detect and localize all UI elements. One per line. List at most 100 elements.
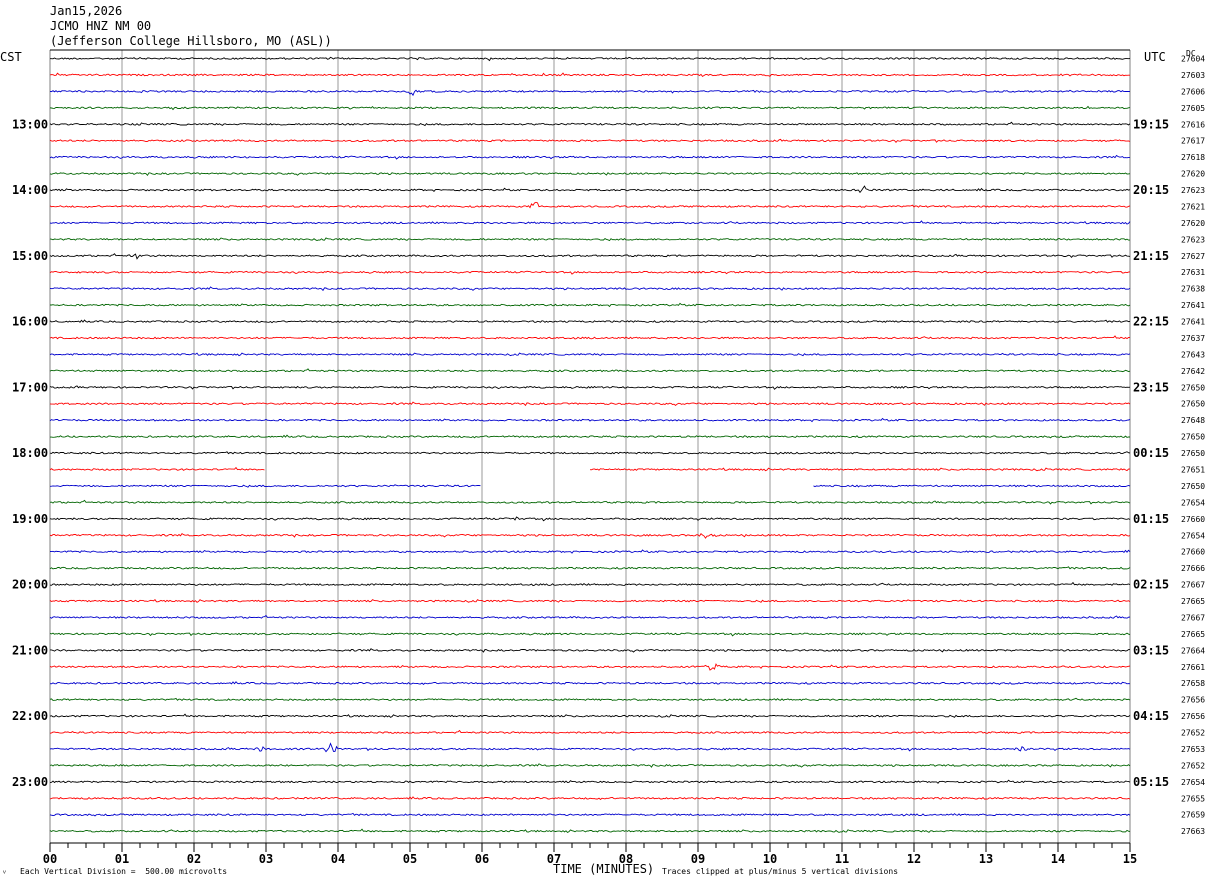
right-hour-label: 02:15 <box>1133 578 1169 592</box>
x-tick-label-15: 15 <box>1123 852 1137 866</box>
dc-offset-label: 27641 <box>1181 318 1205 327</box>
scale-note: Each Vertical Division = 500.00 microvol… <box>20 867 228 876</box>
trace-26 <box>49 484 481 488</box>
right-hour-label: 01:15 <box>1133 512 1169 526</box>
trace-0 <box>50 56 1131 62</box>
trace-34 <box>49 614 1131 619</box>
trace-4 <box>49 121 1131 127</box>
dc-offset-label: 27616 <box>1181 120 1205 129</box>
dc-offset-label: 27603 <box>1181 71 1205 80</box>
dc-offset-label: 27658 <box>1181 679 1205 688</box>
dc-offset-label: 27627 <box>1181 252 1205 261</box>
trace-32 <box>49 581 1131 587</box>
left-hour-label: 14:00 <box>12 183 48 197</box>
left-hour-label: 23:00 <box>12 775 48 789</box>
trace-13 <box>49 270 1131 275</box>
dc-offset-label: 27651 <box>1181 466 1205 475</box>
trace-21 <box>49 401 1131 407</box>
x-tick-label-10: 10 <box>763 852 777 866</box>
corner-mark: ⱽ <box>2 869 7 878</box>
x-tick-label-02: 02 <box>187 852 201 866</box>
dc-offset-label: 27623 <box>1181 235 1205 244</box>
x-axis-label: TIME (MINUTES) <box>553 862 655 876</box>
dc-offset-label: 27620 <box>1181 170 1205 179</box>
trace-43 <box>49 763 1131 768</box>
dc-offset-label: 27659 <box>1181 811 1205 820</box>
dc-offset-label: 27618 <box>1181 153 1205 162</box>
left-hour-label: 17:00 <box>12 380 48 394</box>
trace-15 <box>50 302 1131 308</box>
helicorder-plot: 00 01 02 03 04 05 06 07 08 09 10 11 12 13 14 1527604276… <box>12 49 1205 866</box>
dc-offset-label: 27623 <box>1181 186 1205 195</box>
x-tick-label-06: 06 <box>475 852 489 866</box>
trace-11 <box>49 237 1130 242</box>
trace-47 <box>49 828 1131 833</box>
trace-40 <box>49 713 1131 718</box>
trace-16 <box>49 319 1131 324</box>
trace-6 <box>49 154 1130 160</box>
dc-offset-label: 27663 <box>1181 827 1205 836</box>
dc-offset-label: 27654 <box>1181 531 1205 540</box>
trace-24 <box>49 451 1131 455</box>
right-hour-label: 23:15 <box>1133 380 1169 394</box>
trace-25 <box>49 466 265 471</box>
right-hour-label: 20:15 <box>1133 183 1169 197</box>
dc-offset-label: 27660 <box>1181 515 1205 524</box>
right-hour-label: 21:15 <box>1133 249 1169 263</box>
trace-41 <box>49 729 1130 735</box>
trace-35 <box>49 632 1131 637</box>
trace-26 <box>813 484 1131 488</box>
trace-10 <box>49 220 1131 225</box>
dc-offset-label: 27604 <box>1181 55 1205 64</box>
trace-22 <box>49 417 1131 423</box>
dc-offset-label: 27642 <box>1181 367 1205 376</box>
dc-offset-label: 27656 <box>1181 696 1205 705</box>
dc-offset-label: 27650 <box>1181 383 1205 392</box>
dc-offset-label: 27655 <box>1181 794 1205 803</box>
trace-27 <box>49 499 1131 505</box>
trace-45 <box>49 796 1131 801</box>
dc-offset-label: 27665 <box>1181 597 1205 606</box>
trace-12 <box>49 253 1131 260</box>
trace-25 <box>589 467 1131 472</box>
trace-18 <box>49 352 1131 357</box>
right-hour-label: 19:15 <box>1133 117 1169 131</box>
left-hour-label: 22:00 <box>12 709 48 723</box>
right-hour-label: 04:15 <box>1133 709 1169 723</box>
trace-38 <box>49 681 1131 685</box>
right-hour-label: 22:15 <box>1133 315 1169 329</box>
trace-20 <box>49 385 1131 390</box>
trace-14 <box>49 286 1131 292</box>
trace-23 <box>50 434 1130 439</box>
trace-28 <box>49 516 1131 522</box>
trace-3 <box>49 105 1131 111</box>
dc-offset-label: 27650 <box>1181 400 1205 409</box>
trace-36 <box>50 648 1130 653</box>
right-hour-label: 03:15 <box>1133 643 1169 657</box>
x-tick-label-00: 00 <box>43 852 57 866</box>
clip-note: Traces clipped at plus/minus 5 vertical … <box>662 867 899 876</box>
dc-offset-label: 27653 <box>1181 745 1205 754</box>
x-tick-label-04: 04 <box>331 852 345 866</box>
trace-9 <box>49 201 1131 209</box>
trace-5 <box>49 138 1131 143</box>
dc-offset-label: 27652 <box>1181 761 1205 770</box>
trace-46 <box>49 812 1131 817</box>
dc-offset-label: 27656 <box>1181 712 1205 721</box>
trace-31 <box>49 566 1131 570</box>
dc-offset-label: 27661 <box>1181 663 1205 672</box>
dc-offset-label: 27650 <box>1181 449 1205 458</box>
dc-offset-label: 27631 <box>1181 268 1205 277</box>
x-tick-label-14: 14 <box>1051 852 1065 866</box>
dc-offset-label: 27638 <box>1181 285 1205 294</box>
trace-42 <box>49 742 1131 753</box>
trace-29 <box>49 532 1131 539</box>
trace-7 <box>49 172 1131 177</box>
x-tick-label-03: 03 <box>259 852 273 866</box>
right-hour-label: 05:15 <box>1133 775 1169 789</box>
trace-30 <box>49 549 1131 554</box>
dc-offset-label: 27650 <box>1181 433 1205 442</box>
left-hour-label: 15:00 <box>12 249 48 263</box>
x-tick-label-11: 11 <box>835 852 849 866</box>
left-hour-label: 18:00 <box>12 446 48 460</box>
